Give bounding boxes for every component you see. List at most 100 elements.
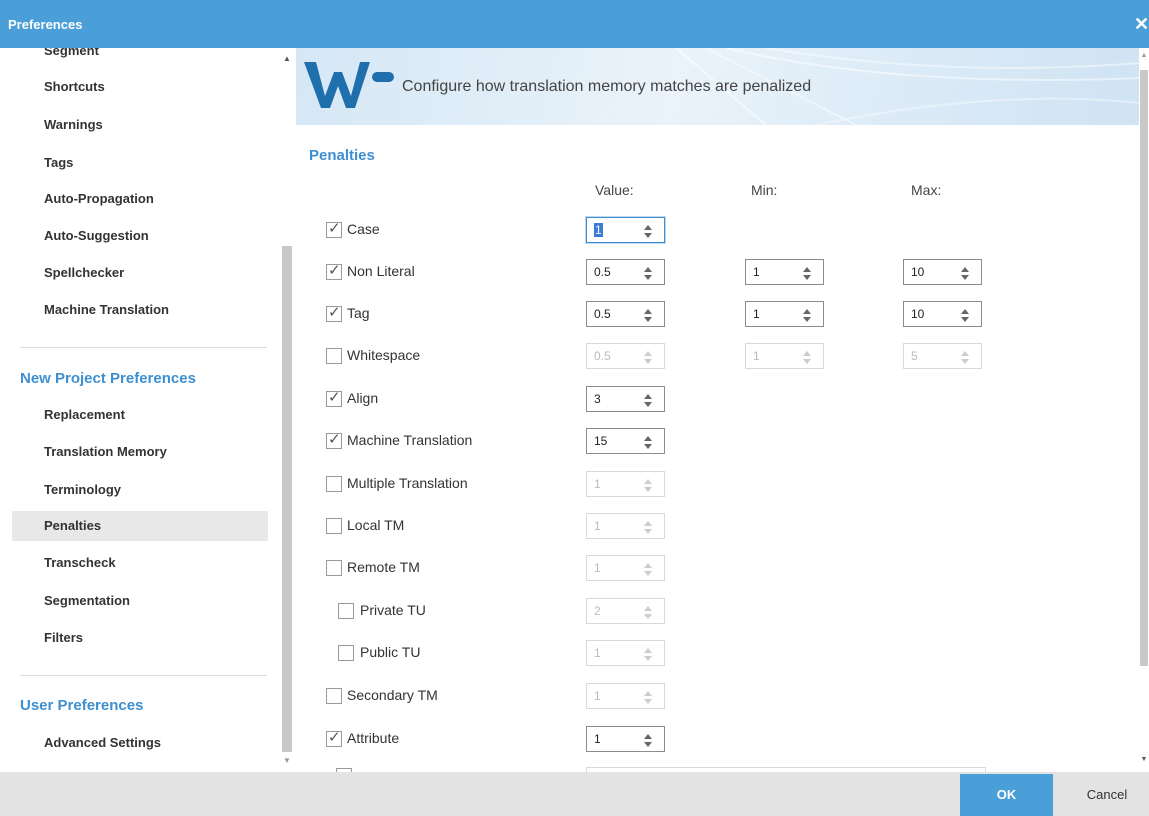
checkmark-icon: ✓ (328, 262, 341, 279)
tag-min: 1 (753, 307, 760, 321)
sidebar-item-auto-propagation[interactable]: Auto-Propagation (44, 189, 154, 209)
align-value-spinner[interactable]: 3 (586, 386, 665, 412)
sidebar-divider (20, 347, 267, 348)
main-panel: Configure how translation memory matches… (296, 48, 1141, 772)
attribute-value-spinner[interactable]: 1 (586, 726, 665, 752)
local-tm-value: 1 (594, 519, 601, 533)
remote-tm-label: Remote TM (347, 559, 420, 575)
attribute-checkbox[interactable]: ✓ (326, 729, 342, 747)
machine-translation-label: Machine Translation (347, 432, 473, 448)
spinner-arrows-icon[interactable] (644, 265, 654, 281)
sidebar-item-shortcuts[interactable]: Shortcuts (44, 77, 105, 97)
checkmark-icon: ✓ (328, 304, 341, 321)
case-checkbox[interactable]: ✓ (326, 220, 342, 238)
private-tu-value: 2 (594, 604, 601, 618)
sidebar-item-warnings[interactable]: Warnings (44, 115, 103, 135)
cancel-button[interactable]: Cancel (1067, 774, 1147, 816)
secondary-tm-label: Secondary TM (347, 687, 438, 703)
close-icon[interactable]: ✕ (1134, 12, 1149, 36)
ok-button[interactable]: OK (960, 774, 1053, 816)
sidebar-item-advanced-settings[interactable]: Advanced Settings (44, 733, 161, 753)
machine-translation-checkbox[interactable]: ✓ (326, 431, 342, 449)
public-tu-checkbox[interactable] (338, 645, 354, 661)
non-literal-value: 0.5 (594, 265, 611, 279)
checkmark-icon: ✓ (328, 220, 341, 237)
title-bar: Preferences ✕ (0, 0, 1149, 48)
multiple-translation-label: Multiple Translation (347, 475, 468, 491)
sidebar-item-spellchecker[interactable]: Spellchecker (44, 263, 124, 283)
main-scrollbar-thumb[interactable] (1140, 70, 1148, 666)
spinner-arrows-icon[interactable] (961, 307, 971, 323)
spinner-arrows-icon[interactable] (644, 392, 654, 408)
multiple-translation-checkbox[interactable] (326, 476, 342, 492)
sidebar-item-auto-suggestion[interactable]: Auto-Suggestion (44, 226, 149, 246)
spinner-arrows-icon[interactable] (644, 434, 654, 450)
spinner-arrows-icon[interactable] (803, 307, 813, 323)
whitespace-value-spinner: 0.5 (586, 343, 665, 369)
scroll-up-arrow-icon[interactable]: ▲ (1140, 52, 1148, 59)
sidebar-scrollbar-thumb[interactable] (282, 246, 292, 752)
tag-checkbox[interactable]: ✓ (326, 304, 342, 322)
non-literal-max: 10 (911, 265, 925, 279)
column-header-max: Max: (911, 182, 942, 198)
local-tm-checkbox[interactable] (326, 518, 342, 534)
remote-tm-value-spinner: 1 (586, 555, 665, 581)
private-tu-value-spinner: 2 (586, 598, 665, 624)
attribute-label: Attribute (347, 730, 400, 746)
whitespace-checkbox[interactable] (326, 348, 342, 364)
sidebar-section-new-project: New Project Preferences (20, 370, 196, 387)
sidebar-item-penalties[interactable]: Penalties (44, 516, 101, 536)
spinner-arrows-icon[interactable] (961, 265, 971, 281)
penalties-title: Penalties (309, 147, 375, 164)
tag-value: 0.5 (594, 307, 611, 321)
local-tm-value-spinner: 1 (586, 513, 665, 539)
spinner-arrows-icon (644, 689, 654, 705)
case-label: Case (347, 221, 380, 237)
non-literal-value-spinner[interactable]: 0.5 (586, 259, 665, 285)
sidebar-section-user: User Preferences (20, 697, 144, 714)
sidebar-item-tags[interactable]: Tags (44, 153, 73, 173)
scroll-down-arrow-icon[interactable]: ▼ (1140, 756, 1148, 763)
sidebar-divider (20, 675, 267, 676)
secondary-tm-value: 1 (594, 689, 601, 703)
whitespace-max-spinner: 5 (903, 343, 982, 369)
spinner-arrows-icon (644, 477, 654, 493)
sidebar-item-filters[interactable]: Filters (44, 628, 83, 648)
sidebar-item-terminology[interactable]: Terminology (44, 480, 121, 500)
local-tm-label: Local TM (347, 517, 405, 533)
private-tu-checkbox[interactable] (338, 603, 354, 619)
tag-value-spinner[interactable]: 0.5 (586, 301, 665, 327)
case-value-spinner[interactable]: 1 (586, 217, 665, 243)
spinner-arrows-icon (644, 604, 654, 620)
remote-tm-value: 1 (594, 561, 601, 575)
remote-tm-checkbox[interactable] (326, 560, 342, 576)
non-literal-checkbox[interactable]: ✓ (326, 262, 342, 280)
machine-translation-value-spinner[interactable]: 15 (586, 428, 665, 454)
sidebar-item-translation-memory[interactable]: Translation Memory (44, 442, 167, 462)
sidebar-item-segment[interactable]: Segment (44, 48, 99, 61)
checkmark-icon: ✓ (328, 389, 341, 406)
spinner-arrows-icon[interactable] (644, 307, 654, 323)
tag-min-spinner[interactable]: 1 (745, 301, 824, 327)
tag-max-spinner[interactable]: 10 (903, 301, 982, 327)
tag-max: 10 (911, 307, 925, 321)
banner-description: Configure how translation memory matches… (402, 78, 812, 95)
spinner-arrows-icon[interactable] (644, 732, 654, 748)
sidebar-item-segmentation[interactable]: Segmentation (44, 591, 130, 611)
spinner-arrows-icon[interactable] (803, 265, 813, 281)
sidebar-item-replacement[interactable]: Replacement (44, 405, 125, 425)
column-header-value: Value: (595, 182, 634, 198)
case-value: 1 (594, 223, 603, 237)
scroll-down-arrow-icon[interactable]: ▼ (282, 756, 292, 765)
align-checkbox[interactable]: ✓ (326, 389, 342, 407)
sidebar-item-machine-translation[interactable]: Machine Translation (44, 300, 169, 320)
spinner-arrows-icon[interactable] (644, 223, 654, 239)
window-title: Preferences (8, 17, 83, 32)
secondary-tm-checkbox[interactable] (326, 688, 342, 704)
private-tu-label: Private TU (360, 602, 426, 618)
non-literal-max-spinner[interactable]: 10 (903, 259, 982, 285)
non-literal-min-spinner[interactable]: 1 (745, 259, 824, 285)
scroll-up-arrow-icon[interactable]: ▲ (282, 54, 292, 63)
whitespace-min-spinner: 1 (745, 343, 824, 369)
sidebar-item-transcheck[interactable]: Transcheck (44, 553, 116, 573)
